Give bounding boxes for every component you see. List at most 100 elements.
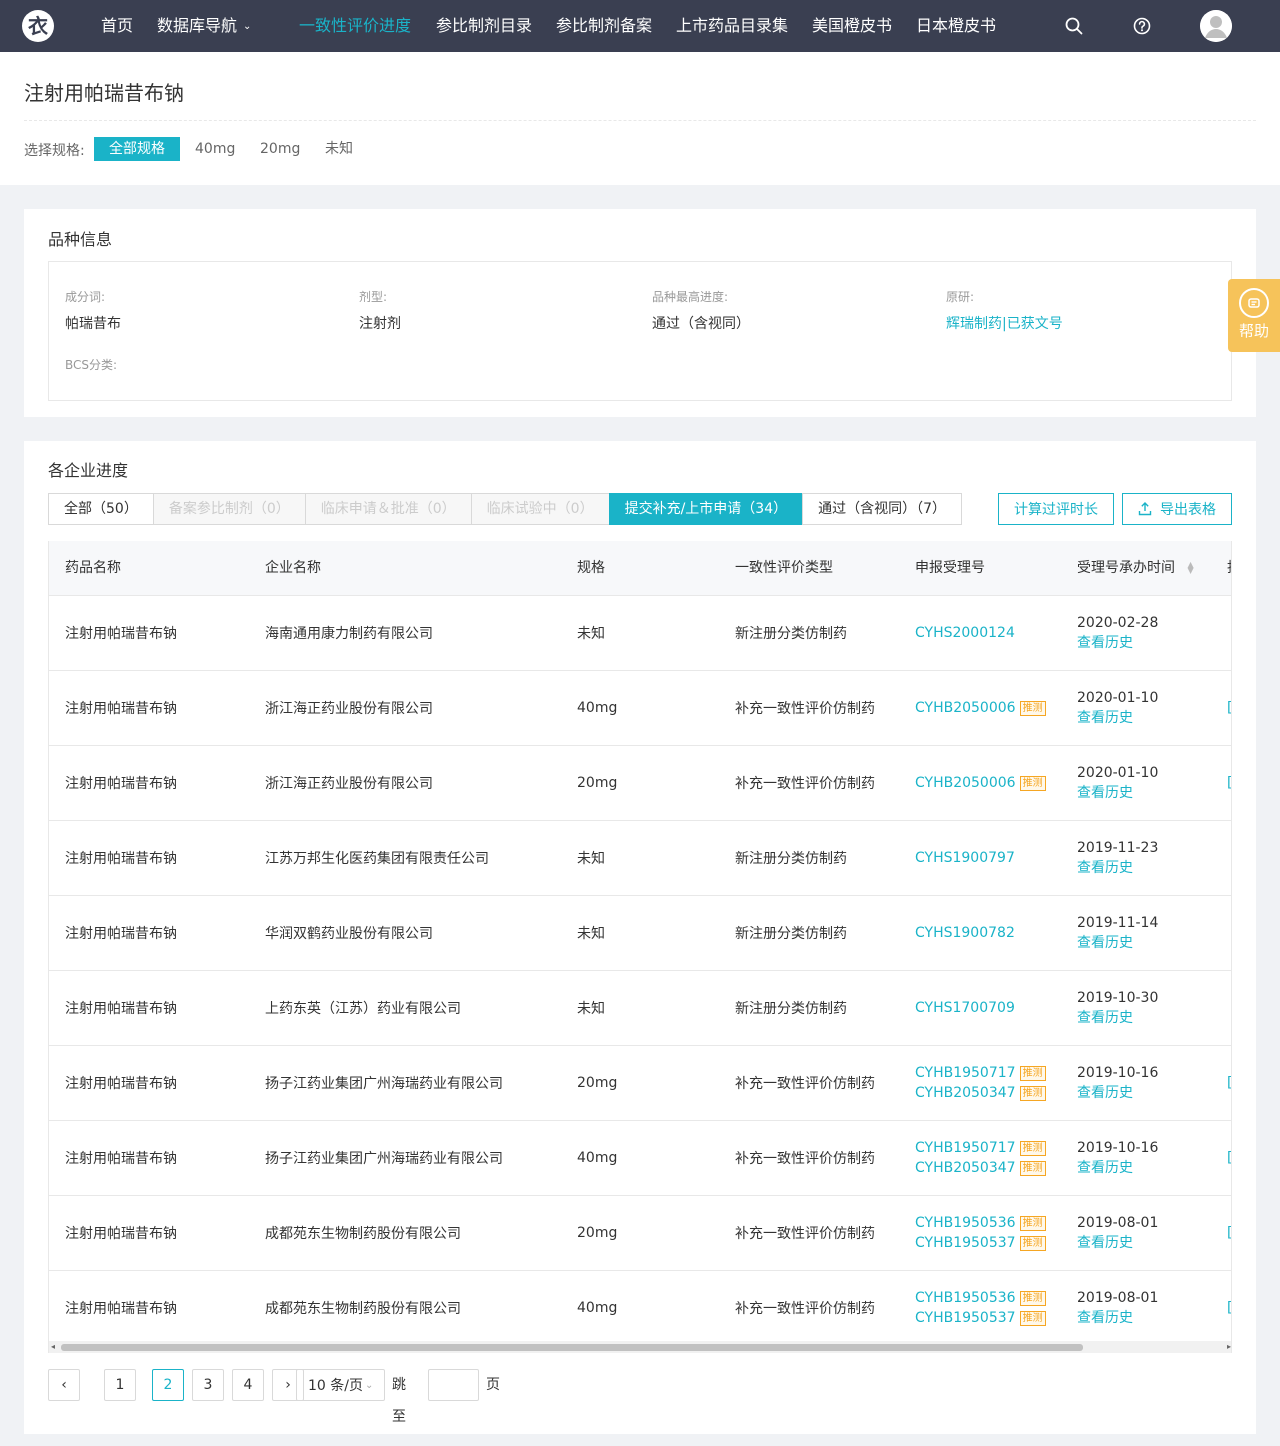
nav-item-jp-orange-book[interactable]: 日本橙皮书 <box>916 0 996 52</box>
spec-option-all[interactable]: 全部规格 <box>94 137 180 161</box>
tab-submitted[interactable]: 提交补充/上市申请（34） <box>608 493 804 525</box>
chat-icon <box>1239 288 1269 318</box>
tab-reference-filing[interactable]: 备案参比制剂（0） <box>152 493 306 525</box>
table-header: 药品名称 企业名称 规格 一致性评价类型 申报受理号 受理号承办时间 ▲▼ 批 <box>49 541 1231 596</box>
acceptance-no-link[interactable]: CYHB2050006 推测 <box>915 698 1046 718</box>
tab-passed[interactable]: 通过（含视同）（7） <box>802 493 963 525</box>
inferred-badge: 推测 <box>1019 1310 1046 1326</box>
spec-filter-label: 选择规格: <box>24 143 85 159</box>
view-history-link[interactable]: 查看历史 <box>1077 933 1158 953</box>
cell-drug-name: 注射用帕瑞昔布钠 <box>65 851 177 867</box>
tab-all[interactable]: 全部（50） <box>48 493 154 525</box>
nav-item-marketed-catalog[interactable]: 上市药品目录集 <box>676 0 788 52</box>
cell-drug-name: 注射用帕瑞昔布钠 <box>65 926 177 942</box>
acceptance-no-text: CYHS1900782 <box>915 925 1015 941</box>
acceptance-no-link[interactable]: CYHS1900797 <box>915 848 1015 868</box>
calc-duration-button[interactable]: 计算过评时长 <box>998 493 1114 525</box>
acceptance-no-link[interactable]: CYHB1950536 推测 <box>915 1288 1046 1308</box>
spec-option-40mg[interactable]: 40mg <box>180 137 250 161</box>
table-row: 注射用帕瑞昔布钠 扬子江药业集团广州海瑞药业有限公司 40mg 补充一致性评价仿制药 C… <box>49 1121 1231 1196</box>
cell-acceptance-date: 2019-10-16 查看历史 <box>1077 1121 1158 1195</box>
table-row: 注射用帕瑞昔布钠 华润双鹤药业股份有限公司 未知 新注册分类仿制药 CYHS190078… <box>49 896 1231 971</box>
sort-icon[interactable]: ▲ ▼ <box>1187 561 1193 575</box>
logo[interactable]: 衣 <box>22 10 54 42</box>
scrollbar-thumb[interactable] <box>61 1344 1083 1351</box>
view-history-link[interactable]: 查看历史 <box>1077 1158 1158 1178</box>
cell-truncated[interactable]: [ <box>1227 1196 1231 1270</box>
view-history-link[interactable]: 查看历史 <box>1077 858 1158 878</box>
acceptance-no-link[interactable]: CYHB2050006 推测 <box>915 773 1046 793</box>
page-3-button[interactable]: 3 <box>192 1369 224 1401</box>
scroll-right-arrow-icon[interactable]: ▸ <box>1227 1341 1231 1353</box>
cell-truncated[interactable]: [ <box>1227 1271 1231 1345</box>
nav-item-reference-catalog[interactable]: 参比制剂目录 <box>436 0 532 52</box>
page-size-select[interactable]: 10 条/页 ⌄ <box>296 1369 385 1401</box>
page-2-button[interactable]: 2 <box>152 1369 184 1401</box>
nav-item-home[interactable]: 首页 <box>101 0 133 52</box>
cell-truncated[interactable]: [ <box>1227 746 1231 820</box>
view-history-link[interactable]: 查看历史 <box>1077 708 1158 728</box>
prev-page-button[interactable]: ‹ <box>48 1369 80 1401</box>
jump-page-input[interactable] <box>428 1369 479 1401</box>
page-1-button[interactable]: 1 <box>104 1369 136 1401</box>
horizontal-scrollbar[interactable]: ◂ ▸ <box>49 1341 1231 1353</box>
view-history-link[interactable]: 查看历史 <box>1077 1233 1158 1253</box>
originator-link[interactable]: 辉瑞制药|已获文号 <box>946 313 1063 333</box>
search-icon[interactable] <box>1062 14 1086 38</box>
scroll-left-arrow-icon[interactable]: ◂ <box>51 1341 55 1353</box>
cell-company: 扬子江药业集团广州海瑞药业有限公司 <box>265 1151 503 1167</box>
nav-item-database[interactable]: 数据库导航 ⌄ <box>157 0 251 52</box>
view-history-link[interactable]: 查看历史 <box>1077 1083 1158 1103</box>
top-nav: 衣 首页 数据库导航 ⌄ 一致性评价进度 参比制剂目录 参比制剂备案 上市药品目录… <box>0 0 1280 52</box>
view-history-link[interactable]: 查看历史 <box>1077 633 1158 653</box>
col-acceptance-date[interactable]: 受理号承办时间 ▲ ▼ <box>1077 541 1194 596</box>
acceptance-no-link[interactable]: CYHB1950536 推测 <box>915 1213 1046 1233</box>
acceptance-no-link[interactable]: CYHB2050347 推测 <box>915 1158 1046 1178</box>
inferred-badge: 推测 <box>1019 775 1046 791</box>
cell-spec: 未知 <box>577 626 605 642</box>
spec-option-unknown[interactable]: 未知 <box>310 137 368 161</box>
spec-option-20mg[interactable]: 20mg <box>245 137 315 161</box>
nav-item-database-label: 数据库导航 <box>157 16 238 35</box>
cell-company: 海南通用康力制药有限公司 <box>265 626 433 642</box>
view-history-link[interactable]: 查看历史 <box>1077 1008 1158 1028</box>
info-ingredient: 成分词: 帕瑞昔布 <box>65 288 121 333</box>
nav-item-us-orange-book[interactable]: 美国橙皮书 <box>812 0 892 52</box>
cell-truncated[interactable]: [ <box>1227 1046 1231 1120</box>
acceptance-no-text: CYHB2050347 <box>915 1160 1016 1176</box>
page-4-button[interactable]: 4 <box>232 1369 264 1401</box>
nav-item-consistency-progress[interactable]: 一致性评价进度 <box>299 0 411 52</box>
acceptance-date: 2020-02-28 <box>1077 615 1159 631</box>
tab-clinical-application[interactable]: 临床申请＆批准（0） <box>304 493 472 525</box>
cell-acceptance-date: 2020-02-28 查看历史 <box>1077 596 1158 670</box>
export-table-button[interactable]: 导出表格 <box>1122 493 1232 525</box>
acceptance-no-link[interactable]: CYHS1900782 <box>915 923 1015 943</box>
cell-acceptance-no: CYHB1950536 推测 CYHB1950537 推测 <box>915 1196 1046 1270</box>
tab-clinical-trial[interactable]: 临床试验中（0） <box>470 493 610 525</box>
help-circle-icon[interactable] <box>1130 14 1154 38</box>
avatar[interactable] <box>1200 10 1232 42</box>
acceptance-no-link[interactable]: CYHS1700709 <box>915 998 1015 1018</box>
nav-item-reference-filing[interactable]: 参比制剂备案 <box>556 0 652 52</box>
col-drug-name: 药品名称 <box>65 560 121 576</box>
cell-spec: 40mg <box>577 700 618 716</box>
acceptance-no-link[interactable]: CYHB1950537 推测 <box>915 1233 1046 1253</box>
cell-truncated[interactable]: [ <box>1227 671 1231 745</box>
cell-company: 成都苑东生物制药股份有限公司 <box>265 1301 461 1317</box>
cell-acceptance-no: CYHS2000124 <box>915 596 1015 670</box>
acceptance-no-link[interactable]: CYHB1950717 推测 <box>915 1138 1046 1158</box>
cell-evaluation-type: 补充一致性评价仿制药 <box>735 701 875 717</box>
table-row: 注射用帕瑞昔布钠 扬子江药业集团广州海瑞药业有限公司 20mg 补充一致性评价仿制药 C… <box>49 1046 1231 1121</box>
acceptance-no-link[interactable]: CYHB1950537 推测 <box>915 1308 1046 1328</box>
cell-truncated[interactable]: [ <box>1227 1121 1231 1195</box>
inferred-badge: 推测 <box>1019 700 1046 716</box>
help-float-button[interactable]: 帮助 <box>1228 279 1280 352</box>
acceptance-no-link[interactable]: CYHS2000124 <box>915 623 1015 643</box>
page-header: 注射用帕瑞昔布钠 选择规格: 全部规格 40mg 20mg 未知 <box>0 52 1280 185</box>
cell-acceptance-date: 2019-10-16 查看历史 <box>1077 1046 1158 1120</box>
acceptance-no-link[interactable]: CYHB1950717 推测 <box>915 1063 1046 1083</box>
cell-drug-name: 注射用帕瑞昔布钠 <box>65 1076 177 1092</box>
view-history-link[interactable]: 查看历史 <box>1077 783 1158 803</box>
acceptance-no-link[interactable]: CYHB2050347 推测 <box>915 1083 1046 1103</box>
view-history-link[interactable]: 查看历史 <box>1077 1308 1158 1328</box>
